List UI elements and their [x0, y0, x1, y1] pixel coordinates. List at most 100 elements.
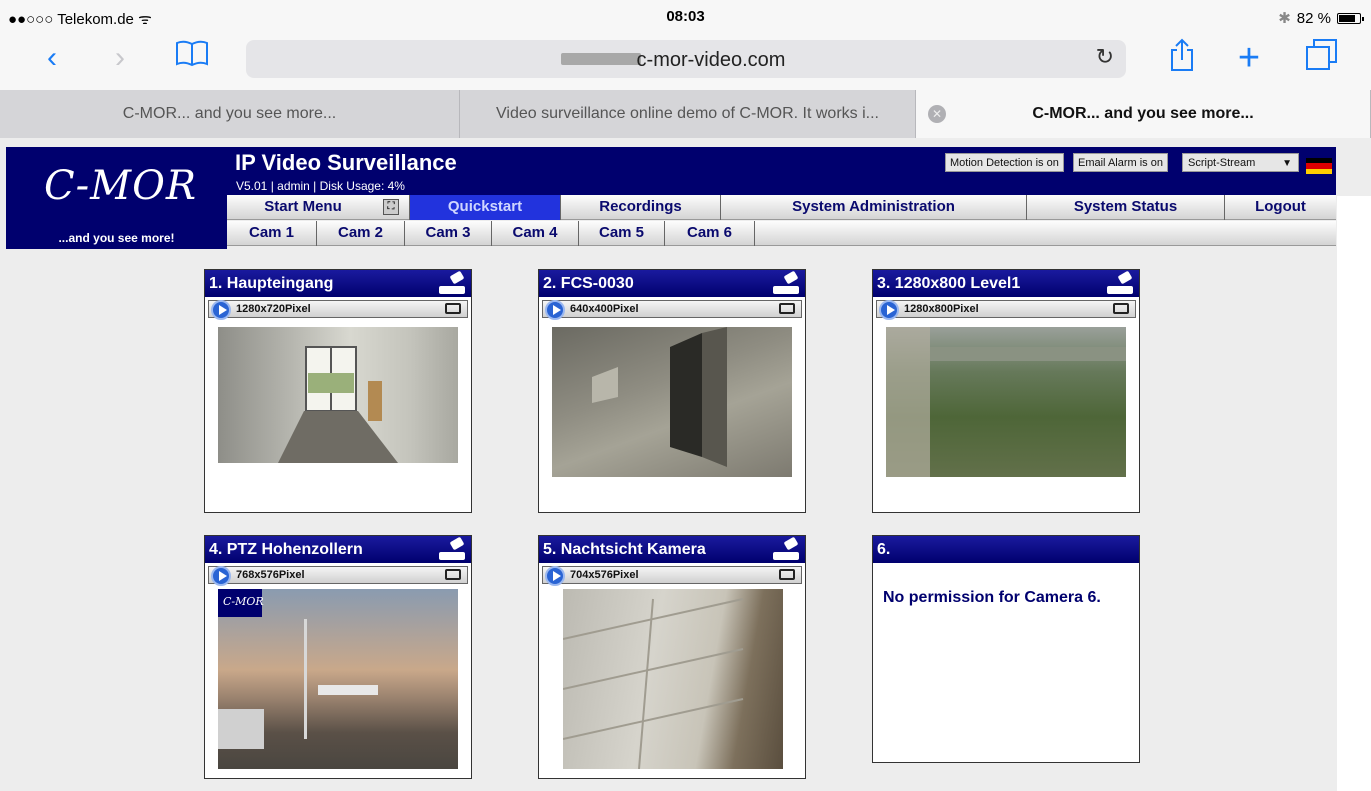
window-icon[interactable] — [779, 303, 795, 314]
camera-stream-image[interactable] — [886, 327, 1126, 477]
camera-panel-4: 4. PTZ Hohenzollern 768x576Pixel C-MOR — [204, 535, 472, 779]
nav-cam-3[interactable]: Cam 3 — [405, 221, 492, 246]
cam-label: Cam 2 — [337, 224, 384, 241]
nav-cam-4[interactable]: Cam 4 — [492, 221, 579, 246]
camera-icon[interactable] — [439, 536, 465, 560]
camera-title-bar: 4. PTZ Hohenzollern — [205, 536, 471, 563]
tabs-overview-icon[interactable] — [1302, 38, 1342, 83]
cmor-logo[interactable]: C-MOR ...and you see more! — [6, 147, 227, 249]
camera-controls: 1280x800Pixel — [876, 300, 1136, 320]
clock: 08:03 — [666, 8, 705, 25]
address-bar[interactable]: c-mor-video.com ↻ — [246, 40, 1126, 78]
camera-resolution: 768x576Pixel — [236, 569, 305, 581]
bluetooth-icon: ✱ — [1278, 10, 1291, 27]
email-alarm-badge[interactable]: Email Alarm is on — [1073, 153, 1168, 172]
play-icon[interactable] — [545, 566, 565, 586]
share-icon[interactable] — [1162, 38, 1202, 83]
cam-label: Cam 3 — [425, 224, 471, 241]
german-flag-icon[interactable] — [1306, 158, 1332, 175]
window-icon[interactable] — [1113, 303, 1129, 314]
camera-title: 5. Nachtsicht Kamera — [543, 541, 706, 558]
page-title: IP Video Surveillance — [235, 150, 457, 175]
camera-title-bar: 5. Nachtsicht Kamera — [539, 536, 805, 563]
nav-cam-5[interactable]: Cam 5 — [579, 221, 665, 246]
nav-recordings[interactable]: Recordings — [561, 195, 721, 220]
cmor-header: C-MOR ...and you see more! IP Video Surv… — [6, 147, 1336, 249]
camera-title: 3. 1280x800 Level1 — [877, 275, 1021, 292]
camera-icon[interactable] — [773, 270, 799, 294]
camera-panel-2: 2. FCS-0030 640x400Pixel — [538, 269, 806, 513]
logo-mark: C-MOR — [44, 163, 197, 209]
status-right: ✱ 82 % — [1278, 9, 1364, 27]
nav-logout[interactable]: Logout — [1225, 195, 1336, 220]
camera-resolution: 704x576Pixel — [570, 569, 639, 581]
camera-icon[interactable] — [439, 270, 465, 294]
play-icon[interactable] — [211, 566, 231, 586]
camera-resolution: 1280x800Pixel — [904, 303, 979, 315]
logo-slogan: ...and you see more! — [58, 231, 175, 245]
camera-resolution: 1280x720Pixel — [236, 303, 311, 315]
expand-icon[interactable]: ⛶ — [383, 199, 399, 215]
title-band: IP Video Surveillance V5.01 | admin | Di… — [227, 147, 1336, 195]
no-permission-message: No permission for Camera 6. — [883, 589, 1101, 606]
window-icon[interactable] — [445, 569, 461, 580]
new-tab-icon[interactable]: + — [1229, 38, 1269, 78]
camera-title-bar: 1. Haupteingang — [205, 270, 471, 297]
tab-label: C-MOR... and you see more... — [1032, 105, 1254, 122]
motion-detection-badge[interactable]: Motion Detection is on — [945, 153, 1064, 172]
svg-text:C-MOR: C-MOR — [223, 595, 264, 608]
cam-label: Cam 4 — [512, 224, 558, 241]
nav-cam-6[interactable]: Cam 6 — [665, 221, 755, 246]
camera-panel-1: 1. Haupteingang 1280x720Pixel — [204, 269, 472, 513]
tab-2[interactable]: Video surveillance online demo of C-MOR.… — [460, 90, 916, 138]
nav-label: System Administration — [792, 198, 955, 215]
back-icon[interactable]: ‹ — [32, 38, 72, 78]
nav-cam-2[interactable]: Cam 2 — [317, 221, 405, 246]
play-icon[interactable] — [879, 300, 899, 320]
web-page: C-MOR ...and you see more! IP Video Surv… — [0, 138, 1371, 791]
main-nav: Start Menu ⛶ Quickstart Recordings Syste… — [227, 195, 1336, 220]
bookmarks-icon[interactable] — [172, 38, 212, 79]
tab-3-active[interactable]: ✕ C-MOR... and you see more... — [916, 90, 1371, 138]
camera-stream-image[interactable] — [563, 589, 783, 769]
nav-cam-1[interactable]: Cam 1 — [227, 221, 317, 246]
tab-1[interactable]: C-MOR... and you see more... — [0, 90, 460, 138]
nav-start-menu[interactable]: Start Menu ⛶ — [227, 195, 410, 220]
version-info: V5.01 | admin | Disk Usage: 4% — [236, 179, 405, 193]
stream-select[interactable]: Script-Stream ▼ — [1182, 153, 1299, 172]
nav-system-administration[interactable]: System Administration — [721, 195, 1027, 220]
camera-panel-3: 3. 1280x800 Level1 1280x800Pixel — [872, 269, 1140, 513]
camera-icon[interactable] — [773, 536, 799, 560]
camera-controls: 768x576Pixel — [208, 566, 468, 586]
camera-title: 2. FCS-0030 — [543, 275, 634, 292]
forward-icon[interactable]: › — [100, 38, 140, 78]
window-icon[interactable] — [779, 569, 795, 580]
camera-panel-5: 5. Nachtsicht Kamera 704x576Pixel — [538, 535, 806, 779]
chevron-down-icon: ▼ — [1282, 158, 1292, 169]
camera-title-bar: 6. — [873, 536, 1139, 563]
camera-stream-image[interactable] — [218, 327, 458, 463]
camera-title: 1. Haupteingang — [209, 275, 334, 292]
reload-icon[interactable]: ↻ — [1096, 44, 1114, 70]
camera-stream-image[interactable]: C-MOR — [218, 589, 458, 769]
cam-label: Cam 1 — [248, 224, 295, 241]
play-icon[interactable] — [545, 300, 565, 320]
tab-label: Video surveillance online demo of C-MOR.… — [496, 105, 879, 122]
camera-stream-image[interactable] — [552, 327, 792, 477]
window-icon[interactable] — [445, 303, 461, 314]
nav-quickstart[interactable]: Quickstart — [410, 195, 561, 220]
tab-label: C-MOR... and you see more... — [122, 105, 337, 122]
page-right-gutter — [1337, 196, 1371, 791]
camera-title: 4. PTZ Hohenzollern — [209, 541, 363, 558]
nav-system-status[interactable]: System Status — [1027, 195, 1225, 220]
camera-icon[interactable] — [1107, 270, 1133, 294]
camera-panel-6: 6. No permission for Camera 6. — [872, 535, 1140, 763]
close-tab-icon[interactable]: ✕ — [928, 105, 946, 123]
play-icon[interactable] — [211, 300, 231, 320]
url-text: c-mor-video.com — [636, 49, 786, 71]
camera-controls: 704x576Pixel — [542, 566, 802, 586]
camera-resolution: 640x400Pixel — [570, 303, 639, 315]
battery-percent: 82 % — [1296, 9, 1331, 27]
nav-label: Logout — [1255, 198, 1306, 215]
stream-select-value: Script-Stream — [1188, 157, 1256, 169]
